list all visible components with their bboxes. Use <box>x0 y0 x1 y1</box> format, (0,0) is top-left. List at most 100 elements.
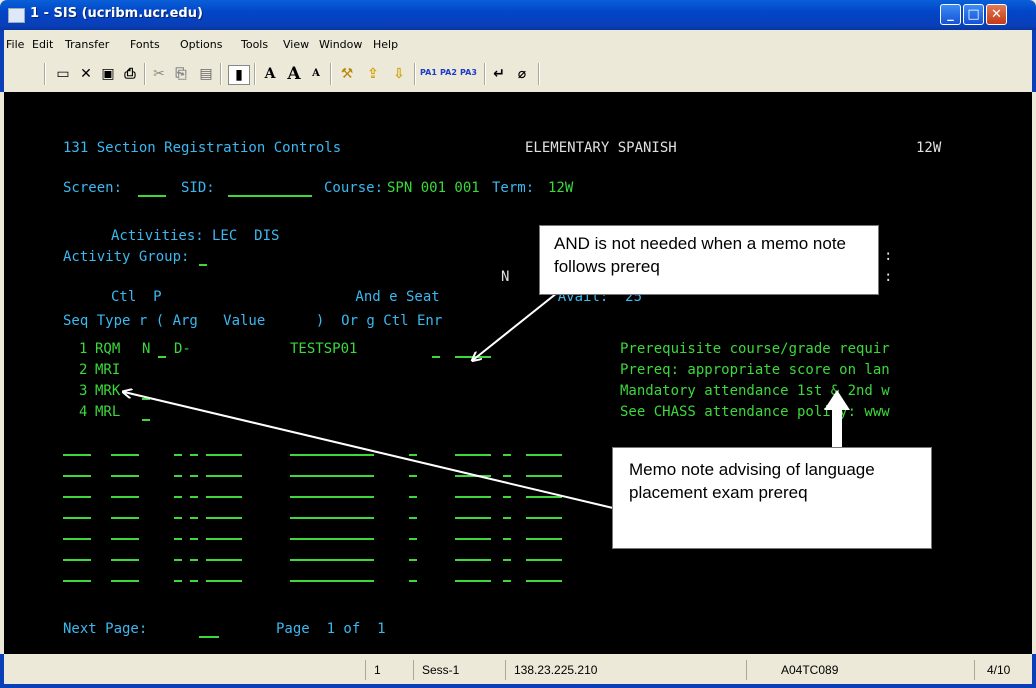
blank-field-input[interactable] <box>174 517 182 519</box>
enter-icon[interactable]: ↵ <box>488 65 510 83</box>
blank-field-input[interactable] <box>63 475 91 477</box>
row-r-input[interactable] <box>142 398 150 400</box>
font-smaller-icon[interactable]: A <box>306 65 326 83</box>
row-close-paren-input[interactable] <box>432 356 440 358</box>
blank-field-input[interactable] <box>111 475 139 477</box>
next-page-input[interactable] <box>199 636 219 638</box>
blank-field-input[interactable] <box>409 580 417 582</box>
font-larger-icon[interactable]: A <box>284 65 304 83</box>
blank-field-input[interactable] <box>503 454 511 456</box>
blank-field-input[interactable] <box>409 517 417 519</box>
blank-field-input[interactable] <box>526 475 562 477</box>
keyboard-icon[interactable]: ▭ <box>52 65 74 83</box>
blank-field-input[interactable] <box>111 517 139 519</box>
blank-field-input[interactable] <box>455 538 491 540</box>
blank-field-input[interactable] <box>290 517 374 519</box>
blank-field-input[interactable] <box>503 475 511 477</box>
terminal-screen[interactable]: 131 Section Registration Controls ELEMEN… <box>4 92 1032 654</box>
select-icon[interactable]: ▮ <box>228 65 250 85</box>
paste-icon[interactable]: ▤ <box>196 65 216 83</box>
blank-field-input[interactable] <box>206 517 242 519</box>
menu-window[interactable]: Window <box>319 38 362 51</box>
blank-field-input[interactable] <box>206 538 242 540</box>
blank-field-input[interactable] <box>63 538 91 540</box>
blank-field-input[interactable] <box>455 475 491 477</box>
blank-field-input[interactable] <box>190 454 198 456</box>
blank-field-input[interactable] <box>174 538 182 540</box>
blank-field-input[interactable] <box>409 454 417 456</box>
blank-field-input[interactable] <box>290 580 374 582</box>
blank-field-input[interactable] <box>455 580 491 582</box>
blank-field-input[interactable] <box>409 475 417 477</box>
blank-field-input[interactable] <box>503 580 511 582</box>
menu-edit[interactable]: Edit <box>32 38 53 51</box>
blank-field-input[interactable] <box>63 454 91 456</box>
blank-field-input[interactable] <box>111 496 139 498</box>
blank-field-input[interactable] <box>174 475 182 477</box>
blank-field-input[interactable] <box>190 475 198 477</box>
menu-view[interactable]: View <box>283 38 309 51</box>
close-button[interactable]: ✕ <box>986 4 1007 25</box>
blank-field-input[interactable] <box>503 559 511 561</box>
blank-field-input[interactable] <box>290 559 374 561</box>
blank-field-input[interactable] <box>111 538 139 540</box>
menu-fonts[interactable]: Fonts <box>130 38 160 51</box>
blank-field-input[interactable] <box>409 538 417 540</box>
blank-field-input[interactable] <box>63 559 91 561</box>
blank-field-input[interactable] <box>63 496 91 498</box>
blank-field-input[interactable] <box>526 580 562 582</box>
blank-field-input[interactable] <box>190 496 198 498</box>
blank-field-input[interactable] <box>290 454 374 456</box>
menu-file[interactable]: File <box>6 38 24 51</box>
blank-field-input[interactable] <box>111 454 139 456</box>
blank-field-input[interactable] <box>190 517 198 519</box>
blank-field-input[interactable] <box>455 517 491 519</box>
row-and-or-input[interactable] <box>455 356 491 358</box>
blank-field-input[interactable] <box>63 580 91 582</box>
print-icon[interactable]: ⎙ <box>120 65 140 83</box>
blank-field-input[interactable] <box>111 580 139 582</box>
blank-field-input[interactable] <box>409 496 417 498</box>
sid-input[interactable] <box>228 195 312 197</box>
blank-field-input[interactable] <box>526 454 562 456</box>
menu-tools[interactable]: Tools <box>241 38 268 51</box>
screen-input[interactable] <box>138 195 166 197</box>
menu-transfer[interactable]: Transfer <box>65 38 109 51</box>
receive-file-icon[interactable]: ⇩ <box>388 65 410 83</box>
cut-x-icon[interactable]: ✕ <box>76 65 96 83</box>
blank-field-input[interactable] <box>290 496 374 498</box>
blank-field-input[interactable] <box>206 580 242 582</box>
blank-field-input[interactable] <box>206 559 242 561</box>
blank-field-input[interactable] <box>111 559 139 561</box>
menu-help[interactable]: Help <box>373 38 398 51</box>
blank-field-input[interactable] <box>526 538 562 540</box>
blank-field-input[interactable] <box>206 496 242 498</box>
pa3-button[interactable]: PA3 <box>460 68 477 77</box>
blank-field-input[interactable] <box>455 454 491 456</box>
blank-field-input[interactable] <box>290 475 374 477</box>
menu-options[interactable]: Options <box>180 38 222 51</box>
blank-field-input[interactable] <box>455 559 491 561</box>
blank-field-input[interactable] <box>290 538 374 540</box>
blank-field-input[interactable] <box>174 580 182 582</box>
blank-field-input[interactable] <box>174 496 182 498</box>
blank-field-input[interactable] <box>503 496 511 498</box>
minimize-button[interactable]: _ <box>940 4 961 25</box>
row-paren-input[interactable] <box>158 356 166 358</box>
activity-group-input[interactable] <box>199 264 207 266</box>
blank-field-input[interactable] <box>190 538 198 540</box>
tools-icon[interactable]: ⚒ <box>336 65 358 83</box>
save-icon[interactable]: ▣ <box>98 65 118 83</box>
row-r-input[interactable] <box>142 419 150 421</box>
blank-field-input[interactable] <box>190 559 198 561</box>
blank-field-input[interactable] <box>409 559 417 561</box>
pa1-button[interactable]: PA1 <box>420 68 437 77</box>
blank-field-input[interactable] <box>63 517 91 519</box>
eraser-icon[interactable]: ⌀ <box>512 65 532 83</box>
font-icon[interactable]: A <box>260 65 280 83</box>
pa2-button[interactable]: PA2 <box>440 68 457 77</box>
copy-icon[interactable]: ⎘ <box>172 65 190 83</box>
blank-field-input[interactable] <box>174 454 182 456</box>
blank-field-input[interactable] <box>455 496 491 498</box>
blank-field-input[interactable] <box>526 517 562 519</box>
